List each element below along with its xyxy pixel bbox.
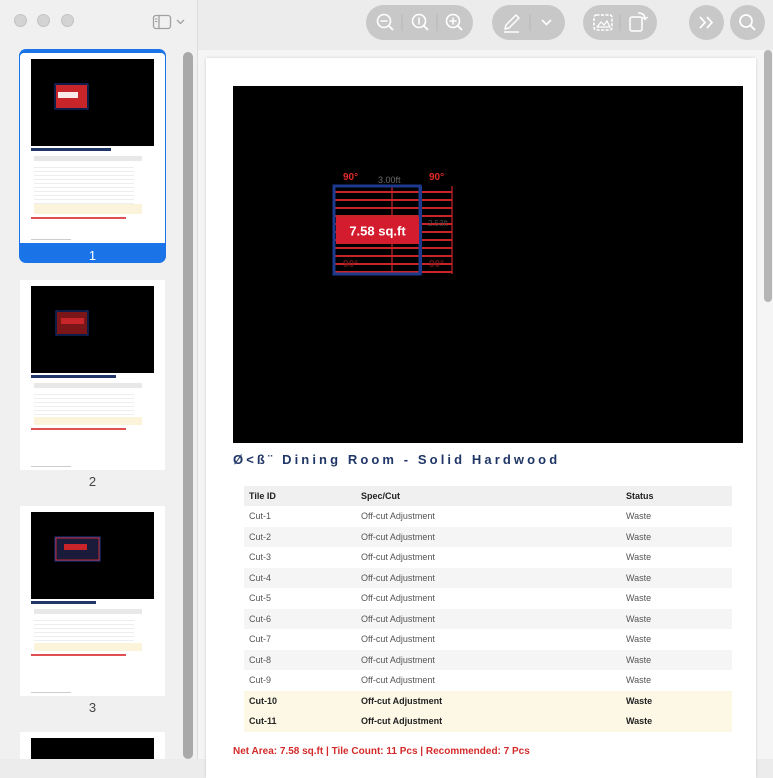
tile-id-cell: Cut-8 xyxy=(244,649,356,670)
tile-id-cell: Cut-3 xyxy=(249,552,272,563)
sidebar-toggle-button[interactable] xyxy=(152,13,188,31)
thumbnail-floorplan-image xyxy=(31,286,154,373)
tiles-table: Tile ID Spec/Cut Status Cut-1 Off-cut Adj… xyxy=(244,486,732,732)
table-header-row: Tile ID Spec/Cut Status xyxy=(244,486,732,506)
spec-cell: Off-cut Adjustment xyxy=(361,511,435,522)
forward-icon xyxy=(699,16,714,29)
status-cell: Waste xyxy=(621,567,732,588)
thumbnail-page-number: 3 xyxy=(88,700,97,715)
tile-id-cell: Cut-2 xyxy=(244,526,356,547)
document-view[interactable]: 7.58 sq.ft 90° 90° 3.00ft 2.53ft 90° 90°… xyxy=(198,50,773,778)
angle-bottom-right: 90° xyxy=(429,259,444,270)
image-controls xyxy=(583,5,657,40)
tile-id-cell: Cut-10 xyxy=(244,690,356,711)
tile-id-cell: Cut-4 xyxy=(244,567,356,588)
table-row: Cut-6 Off-cut Adjustment Waste xyxy=(244,608,732,629)
tile-id-cell: Cut-1 xyxy=(249,511,272,522)
tile-id-cell: Cut-6 xyxy=(244,608,356,629)
image-markup-icon[interactable] xyxy=(593,14,613,31)
width-dimension: 3.00ft xyxy=(378,175,401,185)
status-cell: Waste xyxy=(621,608,732,629)
status-cell: Waste xyxy=(621,711,732,732)
pen-markup-icon[interactable] xyxy=(504,14,520,33)
thumbnail-page-number: 2 xyxy=(88,474,97,489)
table-row-highlighted: Cut-11 Off-cut Adjustment Waste xyxy=(244,711,732,732)
pdf-page: 7.58 sq.ft 90° 90° 3.00ft 2.53ft 90° 90°… xyxy=(206,58,756,778)
table-row: Cut-5 Off-cut Adjustment Waste xyxy=(244,588,732,609)
zoom-window-button[interactable] xyxy=(61,14,74,27)
angle-top-left: 90° xyxy=(343,172,358,183)
tile-id-cell: Cut-11 xyxy=(244,711,356,732)
table-row: Cut-8 Off-cut Adjustment Waste xyxy=(244,649,732,670)
zoom-out-icon[interactable] xyxy=(376,13,394,31)
spec-cell: Off-cut Adjustment xyxy=(356,690,621,711)
search-icon xyxy=(739,14,756,31)
tile-id-cell: Cut-7 xyxy=(249,634,272,645)
spec-cell: Off-cut Adjustment xyxy=(361,552,435,563)
thumbnail-sidebar: 1 2 3 xyxy=(0,0,198,759)
thumbnail-page-1[interactable] xyxy=(20,53,165,243)
status-cell: Waste xyxy=(621,526,732,547)
zoom-in-icon[interactable] xyxy=(445,13,463,31)
table-row: Cut-1 Off-cut Adjustment Waste xyxy=(244,506,732,527)
spec-cell: Off-cut Adjustment xyxy=(361,675,435,686)
thumbnail-floorplan-image xyxy=(31,738,154,759)
thumbnail-page-number: 1 xyxy=(88,248,97,263)
chevron-down-icon[interactable] xyxy=(541,19,552,26)
spec-cell: Off-cut Adjustment xyxy=(361,593,435,604)
status-cell: Waste xyxy=(626,593,652,604)
status-cell: Waste xyxy=(626,552,652,563)
forward-button[interactable] xyxy=(689,5,724,40)
status-cell: Waste xyxy=(621,690,732,711)
area-badge: 7.58 sq.ft xyxy=(349,224,406,239)
close-window-button[interactable] xyxy=(14,14,27,27)
thumbnail-page-2[interactable] xyxy=(20,280,165,470)
spec-cell: Off-cut Adjustment xyxy=(356,567,621,588)
floor-plan-image: 7.58 sq.ft 90° 90° 3.00ft 2.53ft 90° 90° xyxy=(233,86,743,443)
table-row: Cut-7 Off-cut Adjustment Waste xyxy=(244,629,732,650)
table-row: Cut-3 Off-cut Adjustment Waste xyxy=(244,547,732,568)
sidebar-scrollbar[interactable] xyxy=(183,52,193,759)
angle-top-right: 90° xyxy=(429,172,444,183)
search-button[interactable] xyxy=(730,5,765,40)
column-header: Status xyxy=(621,486,732,506)
spec-cell: Off-cut Adjustment xyxy=(356,711,621,732)
table-row: Cut-2 Off-cut Adjustment Waste xyxy=(244,526,732,547)
rotate-icon[interactable] xyxy=(629,12,648,32)
spec-cell: Off-cut Adjustment xyxy=(356,649,621,670)
summary-line: Net Area: 7.58 sq.ft | Tile Count: 11 Pc… xyxy=(233,746,530,757)
thumbnail-floorplan-image xyxy=(31,512,154,599)
toolbar xyxy=(198,0,773,50)
tile-id-cell: Cut-5 xyxy=(249,593,272,604)
column-header: Tile ID xyxy=(244,486,356,506)
page-title: Ø<ß¨ Dining Room - Solid Hardwood xyxy=(233,452,561,467)
actual-size-icon[interactable] xyxy=(411,13,429,31)
zoom-controls xyxy=(366,5,473,40)
document-scrollbar[interactable] xyxy=(764,50,772,302)
markup-controls xyxy=(492,5,565,40)
column-header: Spec/Cut xyxy=(356,486,621,506)
sidebar-toggle-icon xyxy=(152,14,185,30)
spec-cell: Off-cut Adjustment xyxy=(361,634,435,645)
status-cell: Waste xyxy=(621,649,732,670)
angle-bottom-left: 90° xyxy=(343,259,358,270)
status-cell: Waste xyxy=(626,634,652,645)
table-row-highlighted: Cut-10 Off-cut Adjustment Waste xyxy=(244,690,732,711)
thumbnail-page-4[interactable] xyxy=(20,732,165,759)
table-row: Cut-9 Off-cut Adjustment Waste xyxy=(244,670,732,691)
table-row: Cut-4 Off-cut Adjustment Waste xyxy=(244,567,732,588)
status-cell: Waste xyxy=(626,675,652,686)
height-dimension: 2.53ft xyxy=(428,219,449,228)
spec-cell: Off-cut Adjustment xyxy=(356,526,621,547)
status-cell: Waste xyxy=(626,511,652,522)
thumbnail-page-3[interactable] xyxy=(20,506,165,696)
tile-id-cell: Cut-9 xyxy=(249,675,272,686)
spec-cell: Off-cut Adjustment xyxy=(356,608,621,629)
thumbnail-floorplan-image xyxy=(31,59,154,146)
minimize-window-button[interactable] xyxy=(37,14,50,27)
